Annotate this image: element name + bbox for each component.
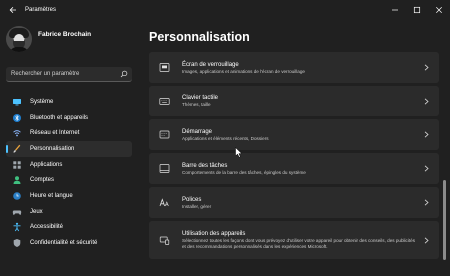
- mouse-cursor-icon: [235, 145, 243, 158]
- user-name: Fabrice Brochain: [38, 30, 92, 38]
- lock-screen-icon: [158, 62, 170, 74]
- settings-card-polices[interactable]: Polices Installer, gérer: [149, 187, 439, 218]
- chevron-right-icon: [423, 165, 429, 173]
- fonts-icon: [158, 197, 170, 209]
- search-input[interactable]: Rechercher un paramètre: [6, 67, 132, 82]
- taskbar-icon: [158, 163, 170, 175]
- card-description: Installer, gérer: [182, 203, 212, 209]
- page-title: Personnalisation: [149, 30, 250, 44]
- user-profile[interactable]: Fabrice Brochain: [6, 26, 91, 52]
- sidebar-item-label: Système: [30, 98, 54, 105]
- chevron-right-icon: [423, 131, 429, 139]
- sidebar-item-label: Heure et langue: [30, 192, 73, 199]
- card-title: Démarrage: [182, 128, 213, 135]
- device-usage-icon: [158, 234, 170, 246]
- apps-icon: [12, 160, 22, 170]
- sidebar-item-accessibilite[interactable]: Accessibilité: [6, 220, 132, 236]
- sidebar-item-applications[interactable]: Applications: [6, 157, 132, 173]
- card-title: Polices: [182, 196, 202, 203]
- card-title: Utilisation des appareils: [182, 231, 246, 237]
- search-icon: [119, 69, 129, 79]
- settings-card-demarrage[interactable]: Démarrage Applications et éléments récen…: [149, 119, 439, 150]
- sidebar-item-comptes[interactable]: Comptes: [6, 172, 132, 188]
- sidebar-nav: Système Bluetooth et appareils Réseau et…: [6, 94, 132, 251]
- card-description: Thèmes, taille: [182, 102, 211, 107]
- sidebar-item-label: Confidentialité et sécurité: [30, 240, 98, 247]
- sidebar-item-label: Personnalisation: [30, 145, 75, 152]
- sidebar-item-label: Applications: [30, 161, 63, 168]
- start-menu-icon: [158, 129, 170, 141]
- chevron-right-icon: [423, 97, 429, 105]
- account-icon: [12, 175, 22, 185]
- keyboard-icon: [158, 95, 170, 107]
- window-title: Paramètres: [25, 7, 57, 13]
- sidebar-item-heure-langue[interactable]: Heure et langue: [6, 188, 132, 204]
- sidebar-item-label: Comptes: [30, 177, 55, 184]
- chevron-right-icon: [423, 64, 429, 72]
- settings-card-barre-taches[interactable]: Barre des tâches Comportements de la bar…: [149, 153, 439, 184]
- scrollbar[interactable]: [443, 180, 446, 260]
- card-description: Sélectionnez toutes les façons dont vous…: [182, 238, 415, 249]
- monitor-icon: [12, 97, 22, 107]
- brush-icon: [12, 144, 22, 154]
- search-placeholder: Rechercher un paramètre: [11, 71, 80, 77]
- card-description: Applications et éléments récents, Dossie…: [182, 135, 269, 141]
- clock-globe-icon: [12, 191, 22, 201]
- minimize-button[interactable]: [384, 0, 406, 20]
- sidebar-item-jeux[interactable]: Jeux: [6, 204, 132, 220]
- title-bar: Paramètres: [0, 0, 450, 20]
- close-button[interactable]: [428, 0, 450, 20]
- chevron-right-icon: [423, 236, 429, 244]
- sidebar-item-systeme[interactable]: Système: [6, 94, 132, 110]
- settings-card-ecran-verrouillage[interactable]: Écran de verrouillage Images, applicatio…: [149, 52, 439, 83]
- sidebar-item-bluetooth[interactable]: Bluetooth et appareils: [6, 110, 132, 126]
- sidebar-item-confidentialite[interactable]: Confidentialité et sécurité: [6, 235, 132, 251]
- sidebar-item-label: Réseau et Internet: [30, 130, 80, 137]
- window-controls: [384, 0, 450, 20]
- sidebar-item-label: Accessibilité: [30, 224, 64, 231]
- shield-icon: [12, 238, 22, 248]
- card-title: Écran de verrouillage: [182, 61, 239, 68]
- settings-card-clavier-tactile[interactable]: Clavier tactile Thèmes, taille: [149, 86, 439, 116]
- accessibility-icon: [12, 222, 22, 232]
- network-icon: [12, 128, 22, 138]
- settings-list: Écran de verrouillage Images, applicatio…: [149, 52, 439, 262]
- card-title: Clavier tactile: [182, 95, 219, 101]
- card-title: Barre des tâches: [182, 162, 228, 169]
- gamepad-icon: [12, 207, 22, 217]
- card-description: Comportements de la barre des tâches, ép…: [182, 169, 306, 175]
- avatar: [6, 26, 32, 52]
- bluetooth-icon: [12, 113, 22, 123]
- settings-card-utilisation-appareils[interactable]: Utilisation des appareils Sélectionnez t…: [149, 221, 439, 259]
- sidebar-item-reseau[interactable]: Réseau et Internet: [6, 125, 132, 141]
- sidebar-item-personnalisation[interactable]: Personnalisation: [6, 141, 132, 157]
- chevron-right-icon: [423, 199, 429, 207]
- back-arrow-icon[interactable]: [5, 2, 21, 18]
- sidebar-item-label: Bluetooth et appareils: [30, 114, 89, 121]
- sidebar-item-label: Jeux: [30, 208, 43, 215]
- card-description: Images, applications et animations de l'…: [182, 68, 305, 74]
- maximize-button[interactable]: [406, 0, 428, 20]
